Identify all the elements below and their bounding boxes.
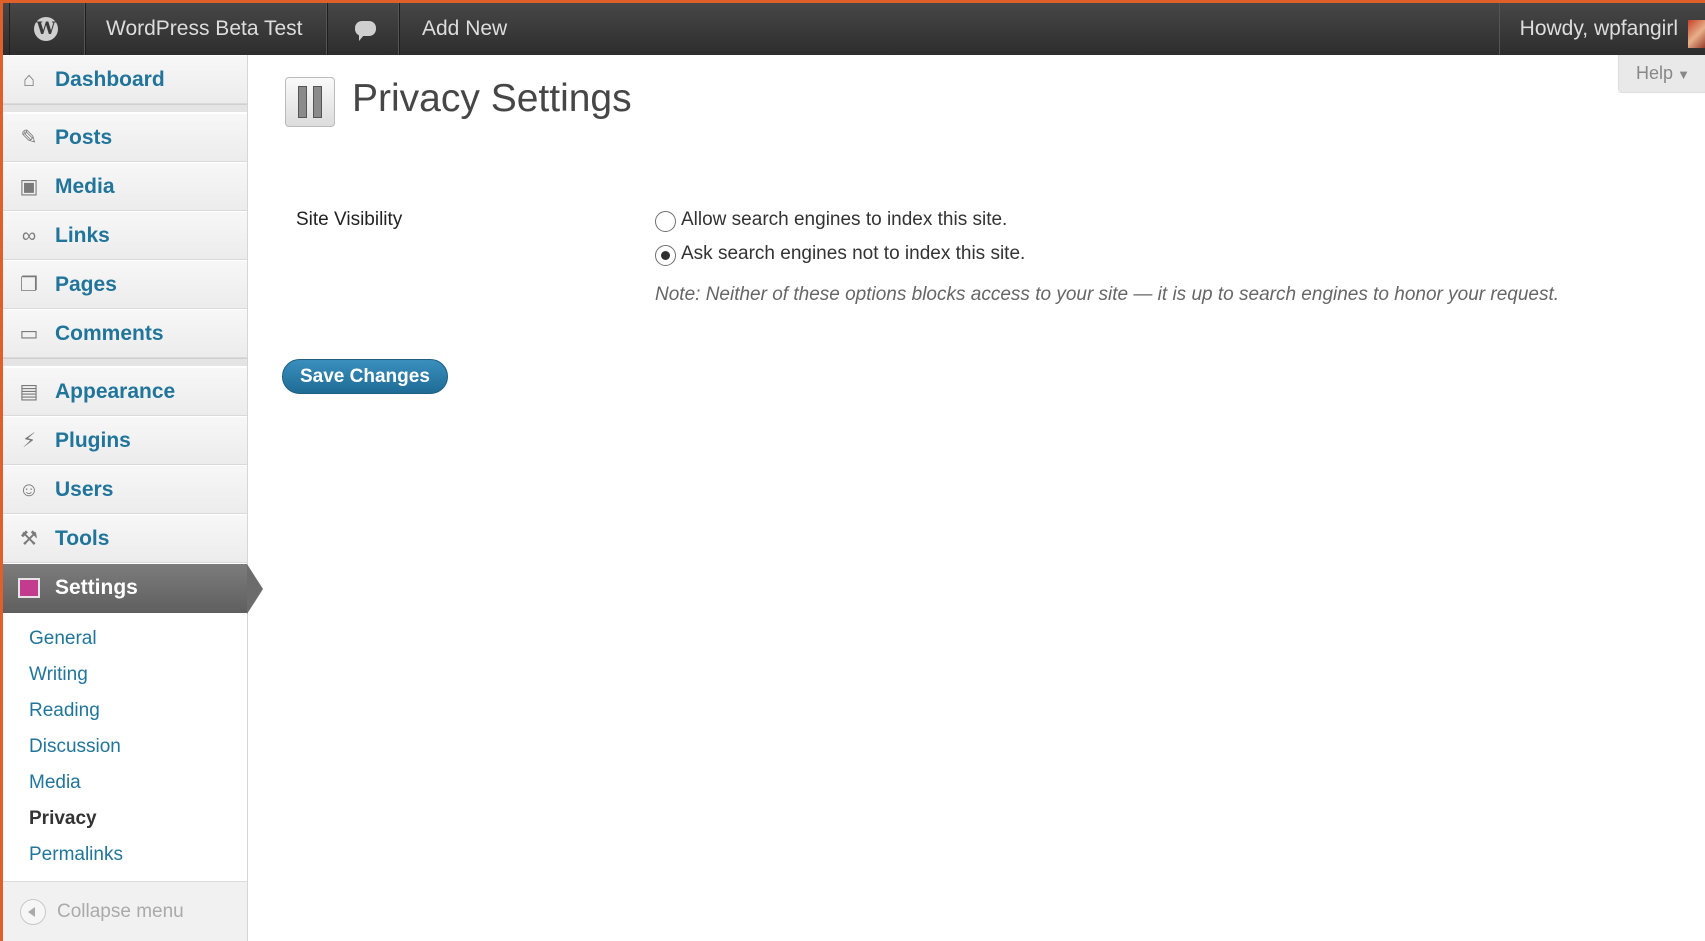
howdy-text: Howdy, wpfangirl — [1519, 17, 1678, 40]
settings-submenu: General Writing Reading Discussion Media… — [3, 613, 247, 882]
block-indexing-label[interactable]: Ask search engines not to index this sit… — [681, 243, 1025, 265]
sidebar-item-settings[interactable]: Settings — [3, 563, 263, 614]
collapse-arrow-icon — [20, 899, 46, 925]
wordpress-icon: W — [34, 17, 58, 41]
account-menu[interactable]: Howdy, wpfangirl — [1498, 3, 1705, 55]
sidebar-item-label: Links — [55, 224, 110, 247]
comment-bubble-icon — [355, 21, 376, 41]
visibility-note: Note: Neither of these options blocks ac… — [655, 284, 1560, 305]
allow-indexing-radio[interactable] — [655, 211, 676, 232]
save-changes-button[interactable]: Save Changes — [282, 359, 448, 394]
page-title: Privacy Settings — [352, 77, 632, 120]
sidebar-item-media[interactable]: ▣ Media — [3, 162, 247, 211]
sidebar-item-label: Media — [55, 175, 115, 198]
sidebar-item-links[interactable]: ∞ Links — [3, 211, 247, 260]
plugin-icon: ⚡ — [21, 430, 37, 452]
submenu-discussion[interactable]: Discussion — [3, 729, 247, 765]
sidebar-item-appearance[interactable]: ▤ Appearance — [3, 367, 247, 416]
users-icon: ☺ — [18, 479, 40, 501]
site-name-link[interactable]: WordPress Beta Test — [85, 3, 327, 55]
sidebar-item-dashboard[interactable]: ⌂ Dashboard — [3, 55, 247, 104]
block-indexing-radio[interactable] — [655, 245, 676, 266]
comment-icon: ▭ — [19, 323, 39, 345]
submenu-privacy[interactable]: Privacy — [3, 801, 247, 837]
sidebar-item-plugins[interactable]: ⚡ Plugins — [3, 416, 247, 465]
sidebar-item-label: Dashboard — [55, 68, 165, 91]
tools-icon: ⚒ — [20, 528, 38, 550]
comments-button[interactable] — [327, 3, 399, 55]
settings-page-icon — [285, 77, 335, 127]
sidebar-item-posts[interactable]: ✎ Posts — [3, 113, 247, 162]
sidebar-item-pages[interactable]: ❐ Pages — [3, 260, 247, 309]
site-visibility-label: Site Visibility — [296, 209, 403, 230]
wp-logo-button[interactable]: W — [9, 3, 85, 55]
caret-down-icon: ▼ — [1677, 67, 1690, 82]
media-icon: ▣ — [19, 176, 39, 198]
pin-icon: ✎ — [20, 127, 38, 149]
help-tab[interactable]: Help ▼ — [1618, 55, 1705, 93]
submenu-reading[interactable]: Reading — [3, 693, 247, 729]
sidebar-item-comments[interactable]: ▭ Comments — [3, 309, 247, 358]
menu-separator — [3, 358, 247, 367]
sidebar-item-label: Comments — [55, 322, 164, 345]
admin-bar: W WordPress Beta Test Add New Howdy, wpf… — [3, 3, 1705, 55]
sidebar-item-label: Users — [55, 478, 114, 501]
pages-icon: ❐ — [20, 274, 38, 296]
browser-frame: W WordPress Beta Test Add New Howdy, wpf… — [0, 0, 1705, 941]
collapse-menu-button[interactable]: Collapse menu — [3, 882, 247, 941]
submenu-general[interactable]: General — [3, 621, 247, 657]
avatar — [1688, 20, 1705, 48]
sidebar-item-label: Settings — [55, 576, 138, 599]
submenu-permalinks[interactable]: Permalinks — [3, 837, 247, 873]
main-content: Help ▼ Privacy Settings Site Visibility A… — [248, 55, 1705, 941]
settings-icon — [17, 576, 41, 600]
home-icon: ⌂ — [22, 69, 36, 91]
sidebar-item-label: Tools — [55, 527, 110, 550]
allow-indexing-label[interactable]: Allow search engines to index this site. — [681, 209, 1007, 231]
help-label: Help — [1636, 63, 1674, 83]
sidebar-item-tools[interactable]: ⚒ Tools — [3, 514, 247, 563]
collapse-menu-label: Collapse menu — [57, 901, 184, 922]
add-new-link[interactable]: Add New — [399, 3, 517, 55]
link-icon: ∞ — [21, 225, 37, 247]
submenu-media[interactable]: Media — [3, 765, 247, 801]
submenu-writing[interactable]: Writing — [3, 657, 247, 693]
appearance-icon: ▤ — [19, 381, 39, 403]
sidebar-item-label: Posts — [55, 126, 113, 149]
menu-separator — [3, 104, 247, 113]
sidebar-item-label: Appearance — [55, 380, 176, 403]
sidebar-item-label: Plugins — [55, 429, 131, 452]
sidebar-item-users[interactable]: ☺ Users — [3, 465, 247, 514]
sidebar-item-label: Pages — [55, 273, 117, 296]
admin-sidebar: ⌂ Dashboard ✎ Posts ▣ Media ∞ Links ❐ Pa… — [3, 55, 263, 941]
